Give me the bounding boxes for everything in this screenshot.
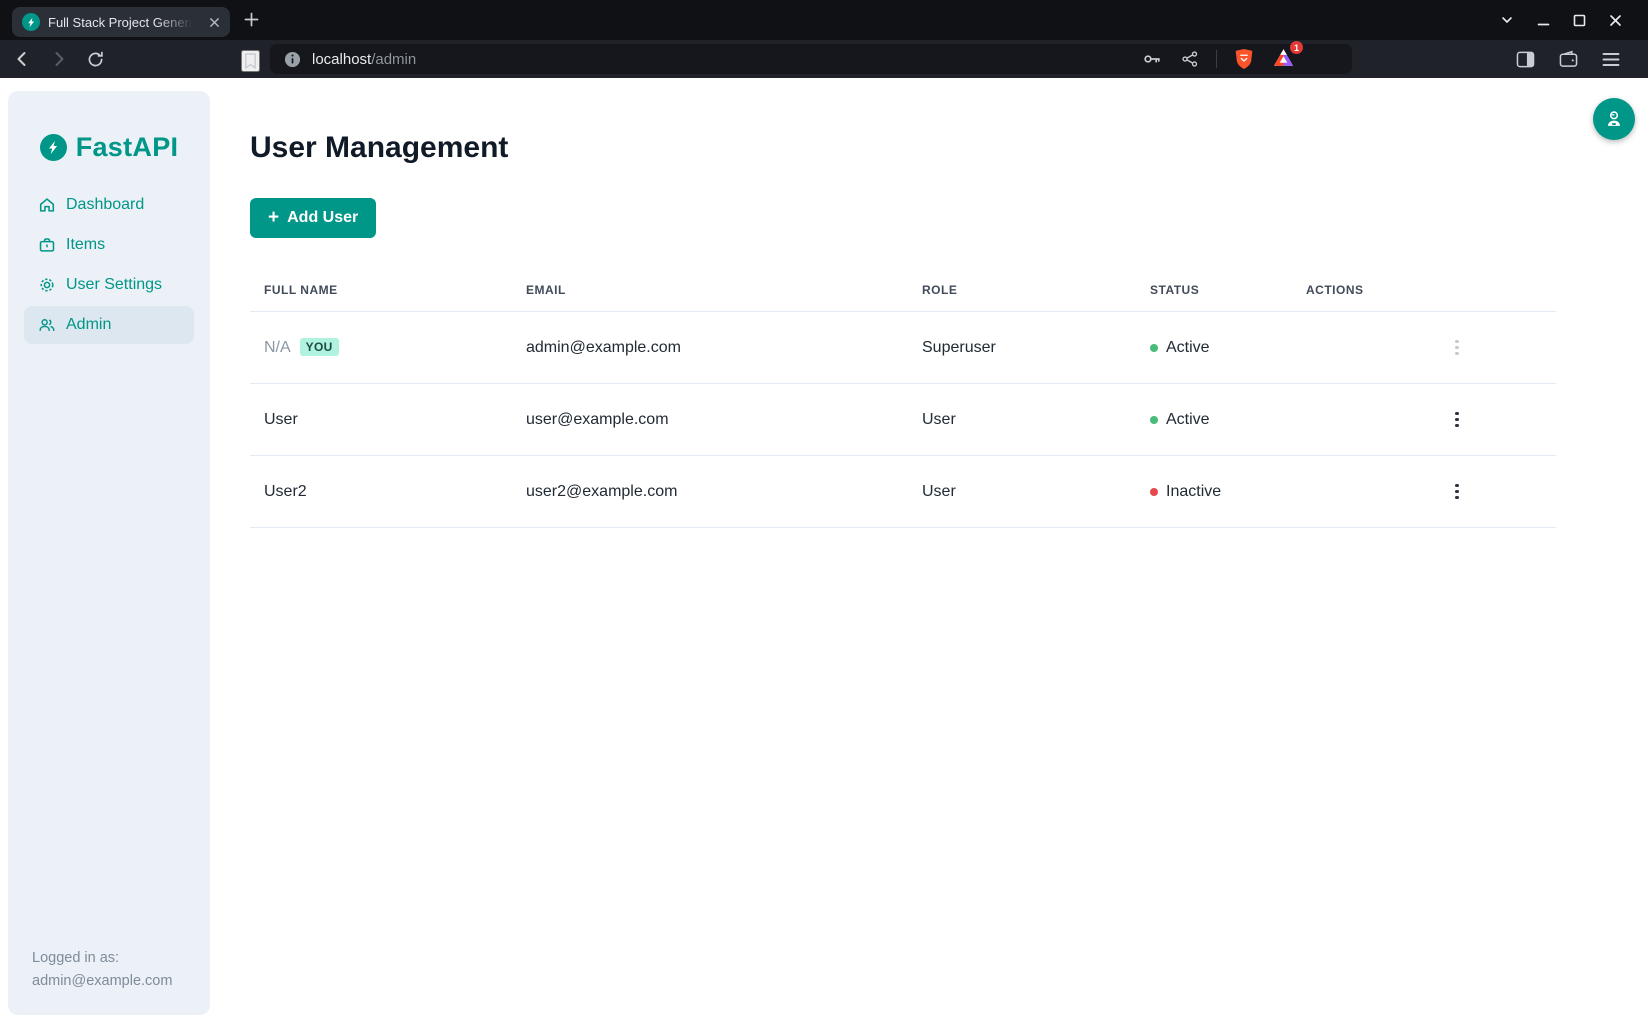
sidebar-item-label: Admin — [66, 316, 111, 334]
window-controls — [1500, 0, 1648, 40]
home-icon — [38, 196, 56, 214]
row-actions-menu-icon[interactable] — [1451, 480, 1463, 504]
share-icon[interactable] — [1179, 48, 1201, 70]
forward-icon[interactable] — [47, 47, 71, 71]
side-panel-icon[interactable] — [1514, 49, 1537, 70]
window-close-icon[interactable] — [1609, 14, 1622, 27]
user-role: User — [906, 411, 1134, 429]
sidebar-item-label: User Settings — [66, 276, 162, 294]
menu-hamburger-icon[interactable] — [1600, 50, 1622, 69]
url-path: /admin — [371, 51, 416, 68]
status-dot-icon — [1150, 488, 1158, 496]
sidebar-item-admin[interactable]: Admin — [24, 306, 194, 344]
new-tab-button[interactable] — [244, 12, 259, 27]
table-row: User user@example.com User Active — [250, 384, 1556, 456]
window-menu-chevron-icon[interactable] — [1500, 13, 1514, 27]
row-actions-menu-icon[interactable] — [1451, 408, 1463, 432]
fastapi-bolt-icon — [40, 134, 67, 161]
fastapi-favicon-icon — [22, 13, 40, 31]
browser-toolbar: localhost/admin 1 — [0, 40, 1648, 78]
status-dot-icon — [1150, 416, 1158, 424]
gear-icon — [38, 276, 56, 294]
sidebar-item-label: Items — [66, 236, 105, 254]
column-header-email: EMAIL — [510, 283, 906, 297]
window-maximize-icon[interactable] — [1573, 14, 1586, 27]
column-header-actions: ACTIONS — [1290, 283, 1556, 297]
column-header-status: STATUS — [1134, 283, 1290, 297]
sidebar-nav: Dashboard Items User Settings Admin — [8, 186, 210, 344]
sidebar-item-user-settings[interactable]: User Settings — [24, 266, 194, 304]
logged-in-email: admin@example.com — [32, 970, 172, 993]
user-role: User — [906, 483, 1134, 501]
browser-tab-bar: Full Stack Project Genera — [0, 0, 1648, 40]
table-header-row: FULL NAMEEMAILROLESTATUSACTIONS — [250, 268, 1556, 312]
window-minimize-icon[interactable] — [1537, 14, 1550, 27]
fastapi-logo: FastAPI — [8, 91, 210, 163]
astronaut-icon — [1603, 108, 1625, 130]
rewards-notification-badge: 1 — [1290, 41, 1303, 54]
brave-shield-icon[interactable] — [1232, 46, 1256, 72]
user-status: Inactive — [1166, 483, 1221, 501]
user-email: user2@example.com — [510, 483, 906, 501]
user-email: user@example.com — [510, 411, 906, 429]
user-role: Superuser — [906, 339, 1134, 357]
column-header-role: ROLE — [906, 283, 1134, 297]
password-key-icon[interactable] — [1140, 47, 1164, 71]
back-icon[interactable] — [10, 47, 34, 71]
plus-icon: + — [268, 208, 279, 227]
page-title: User Management — [250, 126, 1648, 170]
user-avatar-button[interactable] — [1593, 98, 1635, 140]
table-row: User2 user2@example.com User Inactive — [250, 456, 1556, 528]
sidebar-item-items[interactable]: Items — [24, 226, 194, 264]
table-row: N/A YOU admin@example.com Superuser Activ… — [250, 312, 1556, 384]
wallet-icon[interactable] — [1557, 48, 1580, 70]
status-dot-icon — [1150, 344, 1158, 352]
user-status: Active — [1166, 411, 1210, 429]
reload-icon[interactable] — [84, 48, 107, 71]
row-actions-menu-icon[interactable] — [1451, 336, 1463, 360]
user-email: admin@example.com — [510, 339, 906, 357]
you-badge: YOU — [300, 338, 339, 356]
user-table: FULL NAMEEMAILROLESTATUSACTIONS N/A YOU a… — [250, 268, 1556, 528]
tab-close-icon[interactable] — [207, 15, 222, 30]
url-bar[interactable]: localhost/admin 1 — [270, 44, 1352, 74]
logged-in-info: Logged in as: admin@example.com — [32, 947, 172, 993]
browser-tab[interactable]: Full Stack Project Genera — [12, 7, 230, 37]
add-user-label: Add User — [287, 209, 358, 227]
users-icon — [38, 316, 56, 334]
user-full-name: User2 — [264, 483, 307, 500]
bookmark-icon[interactable] — [241, 50, 260, 72]
briefcase-icon — [38, 236, 56, 254]
user-full-name: User — [264, 411, 298, 428]
user-status: Active — [1166, 339, 1210, 357]
sidebar-item-label: Dashboard — [66, 196, 144, 214]
brand-name: FastAPI — [76, 132, 179, 163]
logged-in-label: Logged in as: — [32, 947, 172, 970]
user-full-name: N/A — [264, 339, 291, 356]
toolbar-divider — [1216, 50, 1217, 68]
sidebar-item-dashboard[interactable]: Dashboard — [24, 186, 194, 224]
url-text[interactable]: localhost/admin — [312, 51, 416, 68]
table-body: N/A YOU admin@example.com Superuser Activ… — [250, 312, 1556, 528]
main-content: User Management + Add User FULL NAMEEMAI… — [210, 78, 1648, 528]
admin-page: FastAPI Dashboard Items User Settings Ad… — [0, 78, 1648, 1025]
column-header-full-name: FULL NAME — [250, 283, 510, 297]
sidebar: FastAPI Dashboard Items User Settings Ad… — [8, 91, 210, 1015]
tab-title: Full Stack Project Genera — [48, 15, 199, 30]
add-user-button[interactable]: + Add User — [250, 198, 376, 238]
url-host: localhost — [312, 51, 371, 68]
site-info-icon[interactable] — [284, 51, 301, 68]
